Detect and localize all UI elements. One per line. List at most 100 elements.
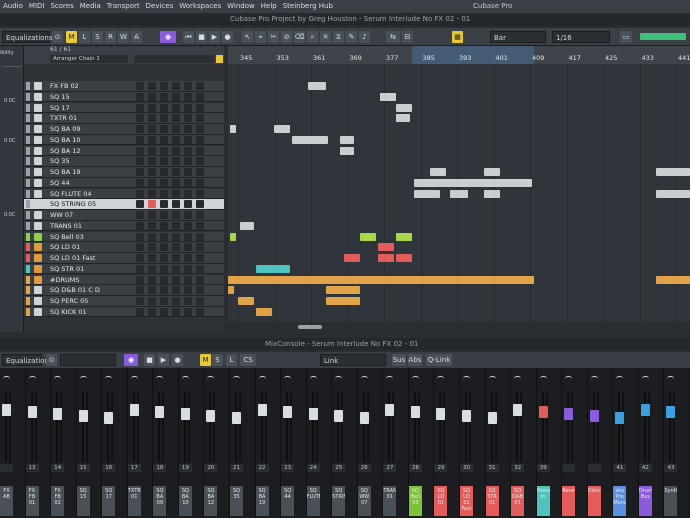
range-tool-icon[interactable]: ⌖ bbox=[255, 31, 266, 43]
volume-fader[interactable] bbox=[615, 412, 625, 424]
grid-type-dropdown[interactable]: Bar bbox=[490, 31, 546, 43]
midi-part[interactable] bbox=[292, 135, 328, 144]
write-button[interactable] bbox=[172, 297, 180, 305]
read-button[interactable] bbox=[160, 275, 168, 284]
instrument-track-icon[interactable] bbox=[34, 286, 42, 295]
monitor-button[interactable] bbox=[184, 103, 192, 112]
instrument-track-icon[interactable] bbox=[34, 103, 42, 112]
write-button[interactable] bbox=[172, 200, 180, 209]
pan-knob[interactable] bbox=[130, 376, 138, 381]
toolbar-a-button[interactable]: A bbox=[131, 31, 142, 43]
track-name[interactable]: SQ STR 01 bbox=[50, 264, 130, 274]
record-enable-button[interactable] bbox=[196, 200, 204, 209]
solo-button[interactable] bbox=[148, 275, 156, 284]
monitor-button[interactable] bbox=[184, 125, 192, 133]
mute-button[interactable] bbox=[136, 168, 144, 176]
track-name[interactable]: SQ FLUTE 04 bbox=[50, 189, 130, 199]
channel-name[interactable]: SQ 35 bbox=[230, 486, 243, 516]
project-arrange-area[interactable]: 345 353 361 369 377 385 393 401 409 417 425 433 441 bbox=[228, 46, 690, 332]
pan-knob[interactable] bbox=[411, 376, 419, 381]
track-name[interactable]: TRANS 01 bbox=[50, 221, 130, 231]
toolbar-r-button[interactable]: R bbox=[105, 31, 116, 43]
solo-button[interactable] bbox=[148, 114, 156, 123]
track-name[interactable]: SQ LD 01 Fast bbox=[50, 253, 130, 263]
mix-preset-dropdown[interactable] bbox=[60, 354, 116, 366]
record-enable-button[interactable] bbox=[196, 92, 204, 101]
lock-icon[interactable]: ⊙ bbox=[46, 354, 57, 366]
midi-part[interactable] bbox=[414, 178, 532, 187]
record-enable-button[interactable] bbox=[196, 297, 204, 305]
glue-tool-icon[interactable]: ⊘ bbox=[281, 31, 292, 43]
q-link-button[interactable]: Q-Link bbox=[426, 354, 452, 366]
select-tool-icon[interactable]: ↖ bbox=[242, 31, 253, 43]
constrain-icon[interactable]: ⊙ bbox=[52, 31, 63, 43]
pan-knob[interactable] bbox=[105, 376, 113, 381]
menu-item-transport[interactable]: Transport bbox=[104, 0, 143, 13]
track-row[interactable]: WW 07 bbox=[24, 210, 224, 221]
track-name[interactable]: WW 07 bbox=[50, 210, 130, 220]
monitor-button[interactable] bbox=[184, 286, 192, 295]
pan-knob[interactable] bbox=[28, 376, 36, 381]
pan-knob[interactable] bbox=[386, 376, 394, 381]
track-row[interactable]: SQ STR 01 bbox=[24, 263, 224, 275]
midi-part[interactable] bbox=[326, 297, 360, 305]
go-start-icon[interactable]: ⏮ bbox=[183, 31, 194, 43]
menu-item-workspaces[interactable]: Workspaces bbox=[176, 0, 224, 13]
instrument-track-icon[interactable] bbox=[34, 221, 42, 230]
edit-chain-icon[interactable] bbox=[216, 55, 223, 63]
monitor-button[interactable] bbox=[184, 264, 192, 273]
write-button[interactable] bbox=[172, 264, 180, 273]
grid-icon[interactable]: ▦ bbox=[452, 31, 463, 43]
solo-button[interactable] bbox=[148, 254, 156, 262]
mix-cs-button[interactable]: CS bbox=[240, 354, 256, 366]
mute-button[interactable] bbox=[136, 243, 144, 252]
midi-part[interactable] bbox=[308, 82, 326, 90]
volume-fader[interactable] bbox=[410, 406, 420, 418]
arranger-chain-dropdown[interactable]: Arranger Chain 1 bbox=[50, 55, 128, 63]
toolbar-m-button[interactable]: M bbox=[66, 31, 77, 43]
track-name[interactable]: TXTR 01 bbox=[50, 113, 130, 123]
pan-knob[interactable] bbox=[667, 376, 675, 381]
play-icon[interactable]: ▶ bbox=[209, 31, 220, 43]
pan-knob[interactable] bbox=[590, 376, 598, 381]
record-enable-button[interactable] bbox=[196, 275, 204, 284]
instrument-track-icon[interactable] bbox=[34, 135, 42, 144]
monitor-button[interactable] bbox=[184, 221, 192, 230]
volume-fader[interactable] bbox=[283, 406, 293, 418]
volume-fader[interactable] bbox=[513, 404, 523, 416]
channel-name[interactable]: SQ BA 19 bbox=[255, 486, 269, 516]
write-button[interactable] bbox=[172, 221, 180, 230]
track-name[interactable]: SQ STRING 05 bbox=[50, 199, 130, 209]
pan-knob[interactable] bbox=[514, 376, 522, 381]
mix-stop-icon[interactable]: ■ bbox=[144, 354, 155, 366]
pan-knob[interactable] bbox=[360, 376, 368, 381]
record-enable-button[interactable] bbox=[196, 243, 204, 252]
read-button[interactable] bbox=[160, 125, 168, 133]
write-button[interactable] bbox=[172, 157, 180, 166]
midi-part[interactable] bbox=[450, 189, 468, 198]
midi-part[interactable] bbox=[378, 254, 394, 262]
record-enable-button[interactable] bbox=[196, 125, 204, 133]
read-button[interactable] bbox=[160, 189, 168, 198]
play-tool-icon[interactable]: ♪ bbox=[359, 31, 370, 43]
mix-listen-button[interactable]: L bbox=[226, 354, 237, 366]
visibility-tab[interactable]: ibility bbox=[0, 50, 24, 56]
midi-part[interactable] bbox=[414, 189, 440, 198]
midi-part[interactable] bbox=[430, 168, 446, 176]
volume-fader[interactable] bbox=[436, 408, 446, 420]
read-button[interactable] bbox=[160, 243, 168, 252]
toolbar-s-button[interactable]: S bbox=[92, 31, 103, 43]
midi-part[interactable] bbox=[396, 232, 412, 241]
toolbar-w-button[interactable]: W bbox=[118, 31, 129, 43]
solo-button[interactable] bbox=[148, 307, 156, 316]
solo-button[interactable] bbox=[148, 135, 156, 144]
channel-name[interactable]: SQ Bell 03 bbox=[408, 486, 422, 516]
write-button[interactable] bbox=[172, 92, 180, 101]
midi-part[interactable] bbox=[256, 307, 272, 316]
volume-fader[interactable] bbox=[155, 406, 165, 418]
pan-knob[interactable] bbox=[233, 376, 240, 381]
channel-name[interactable]: Vox Pre Mono bbox=[613, 486, 627, 516]
zoom-tool-icon[interactable]: ⌕ bbox=[307, 31, 318, 43]
timeline-ruler[interactable]: 345 353 361 369 377 385 393 401 409 417 425 433 441 bbox=[228, 46, 690, 64]
pan-knob[interactable] bbox=[565, 376, 573, 381]
